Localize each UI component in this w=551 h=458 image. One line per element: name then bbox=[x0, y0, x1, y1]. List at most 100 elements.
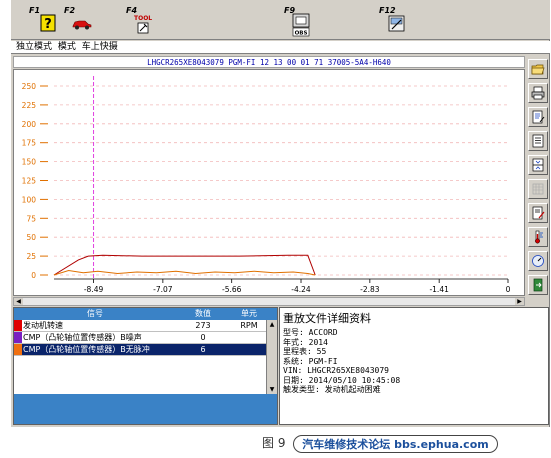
gauge-icon bbox=[532, 255, 544, 267]
mode-label: 模式 bbox=[57, 42, 76, 52]
svg-text:TOOL: TOOL bbox=[134, 15, 152, 22]
x-tick-label: -1.41 bbox=[429, 285, 449, 294]
signal-value: 6 bbox=[200, 345, 206, 354]
f2-vehicle-button[interactable]: F2 bbox=[61, 6, 101, 36]
snapshot-icon bbox=[388, 15, 406, 36]
y-tick-label: 225 bbox=[22, 101, 37, 110]
signal-name: CMP（凸轮轴位置传感器）B噪声 bbox=[23, 333, 142, 342]
chart-svg: 2502252001751501251007550250-8.49 -7.07 -5… bbox=[22, 76, 511, 294]
document-edit-icon bbox=[532, 110, 545, 124]
table-row-selected[interactable]: CMP（凸轮轴位置传感器）B无脉冲 6 bbox=[14, 344, 266, 356]
scroll-left-arrow-icon[interactable]: ◀ bbox=[14, 298, 23, 305]
f12-key-label: F12 bbox=[379, 6, 396, 15]
print-button[interactable] bbox=[528, 83, 548, 103]
signal-unit: RPM bbox=[240, 321, 258, 330]
x-tick-label: -2.83 bbox=[360, 285, 380, 294]
folder-icon bbox=[531, 64, 545, 75]
vehicle-info-bar: LHGCR265XE8043079 PGM-FI 12 13 00 01 71 … bbox=[13, 56, 525, 68]
table-body: 发动机转速 273 RPM CMP（凸轮轴位置传感器）B噪声 0 CMP（凸轮轴… bbox=[14, 320, 266, 394]
mode-bar: 独立模式 模式 车上快摄 bbox=[11, 41, 550, 54]
diagnostic-app-window: F1 ? F2 F4 TOOL F9 OBS F12 独立模式 模式 车上快摄 … bbox=[11, 0, 550, 427]
y-tick-label: 100 bbox=[22, 195, 37, 204]
table-row[interactable]: 发动机转速 273 RPM bbox=[14, 320, 266, 332]
f4-tool-button[interactable]: F4 TOOL bbox=[123, 6, 163, 36]
details-title: 重放文件详细资料 bbox=[283, 312, 371, 325]
svg-text:OBS: OBS bbox=[295, 31, 308, 37]
replay-file-details: 重放文件详细资料 型号: ACCORD 年式: 2014 里程表: 55 系统:… bbox=[279, 307, 549, 425]
signal-table: 信号 数值 单元 发动机转速 273 RPM CMP（凸轮轴位置传感器）B噪声 … bbox=[13, 307, 278, 425]
f9-obd-button[interactable]: F9 OBS bbox=[281, 6, 321, 37]
header-signal: 信号 bbox=[87, 309, 103, 318]
scroll-down-arrow-icon[interactable]: ▼ bbox=[267, 385, 277, 394]
series-color-swatch bbox=[14, 332, 22, 343]
scroll-right-arrow-icon[interactable]: ▶ bbox=[515, 298, 524, 305]
detail-line: VIN: LHGCR265XE8043079 bbox=[283, 366, 389, 375]
grid-icon bbox=[532, 183, 544, 195]
signal-name: 发动机转速 bbox=[23, 321, 63, 330]
forum-watermark: 汽车维修技术论坛 bbs.ephua.com bbox=[293, 434, 498, 453]
x-tick-label: -8.49 bbox=[84, 285, 104, 294]
series-color-swatch bbox=[14, 344, 22, 355]
settings-button[interactable] bbox=[528, 251, 548, 271]
pencil-document-icon bbox=[532, 206, 545, 220]
disabled-tool-button[interactable] bbox=[528, 179, 548, 199]
edit-report-button[interactable] bbox=[528, 203, 548, 223]
f12-snapshot-button[interactable]: F12 bbox=[376, 6, 416, 36]
detail-line: 年式: 2014 bbox=[283, 337, 328, 347]
signal-value: 0 bbox=[200, 333, 206, 342]
signal-name: CMP（凸轮轴位置传感器）B无脉冲 bbox=[23, 345, 150, 354]
detail-line: 型号: ACCORD bbox=[283, 328, 338, 337]
f1-key-label: F1 bbox=[29, 6, 41, 15]
mode-onboard-snapshot: 车上快摄 bbox=[81, 42, 118, 52]
detail-line: 系统: PGM-FI bbox=[283, 356, 338, 366]
figure-caption: 图 9 汽车维修技术论坛 bbs.ephua.com bbox=[262, 432, 498, 454]
thermometer-icon bbox=[535, 230, 543, 244]
detail-line: 触发类型: 发动机起动困难 bbox=[283, 385, 381, 394]
y-tick-label: 75 bbox=[26, 214, 36, 223]
table-vertical-scrollbar[interactable]: ▲ ▼ bbox=[266, 320, 277, 394]
y-tick-label: 200 bbox=[22, 120, 37, 129]
f1-help-button[interactable]: F1 ? bbox=[26, 6, 66, 36]
table-row[interactable]: CMP（凸轮轴位置传感器）B噪声 0 bbox=[14, 332, 266, 344]
scroll-up-arrow-icon[interactable]: ▲ bbox=[267, 320, 277, 329]
x-tick-label: -5.66 bbox=[222, 285, 242, 294]
exit-door-icon bbox=[533, 278, 543, 292]
signal-value: 273 bbox=[195, 321, 211, 330]
header-unit: 单元 bbox=[241, 309, 257, 318]
f2-key-label: F2 bbox=[64, 6, 76, 15]
chart-horizontal-scrollbar[interactable]: ◀ ▶ bbox=[13, 297, 525, 306]
split-view-icon bbox=[532, 158, 544, 172]
temperature-button[interactable] bbox=[528, 227, 548, 247]
table-header: 信号 数值 单元 bbox=[14, 308, 277, 320]
svg-text:?: ? bbox=[44, 17, 52, 32]
exit-button[interactable] bbox=[528, 275, 548, 295]
tool-icon: TOOL bbox=[133, 13, 153, 38]
series-color-swatch bbox=[14, 320, 22, 331]
function-key-toolbar: F1 ? F2 F4 TOOL F9 OBS F12 bbox=[11, 0, 550, 40]
y-tick-label: 0 bbox=[31, 271, 36, 280]
y-tick-label: 175 bbox=[22, 139, 37, 148]
data-chart[interactable]: 250 225 200 175 150 125 100 75 50 25 0 -8.49 -7.07 -5… bbox=[13, 69, 525, 296]
open-file-button[interactable] bbox=[528, 59, 548, 79]
list-button[interactable] bbox=[528, 131, 548, 151]
obd-icon: OBS bbox=[291, 13, 311, 40]
list-icon bbox=[532, 134, 544, 148]
mode-standalone: 独立模式 bbox=[16, 42, 53, 52]
y-tick-label: 150 bbox=[22, 158, 37, 167]
y-tick-label: 50 bbox=[26, 233, 36, 242]
car-icon bbox=[71, 18, 93, 33]
report-button[interactable] bbox=[528, 107, 548, 127]
detail-line: 日期: 2014/05/10 10:45:08 bbox=[283, 375, 401, 385]
y-tick-label: 125 bbox=[22, 177, 37, 186]
help-icon: ? bbox=[40, 14, 56, 35]
y-tick-label: 25 bbox=[26, 252, 36, 261]
y-tick-label: 250 bbox=[22, 82, 37, 91]
split-view-button[interactable] bbox=[528, 155, 548, 175]
figure-label: 图 9 bbox=[262, 436, 286, 450]
printer-icon bbox=[531, 86, 545, 100]
x-tick-label: -7.07 bbox=[153, 285, 173, 294]
x-tick-label: -4.24 bbox=[291, 285, 311, 294]
x-tick-label: 0 bbox=[506, 285, 511, 294]
header-value: 数值 bbox=[195, 309, 211, 318]
detail-line: 里程表: 55 bbox=[283, 347, 327, 356]
